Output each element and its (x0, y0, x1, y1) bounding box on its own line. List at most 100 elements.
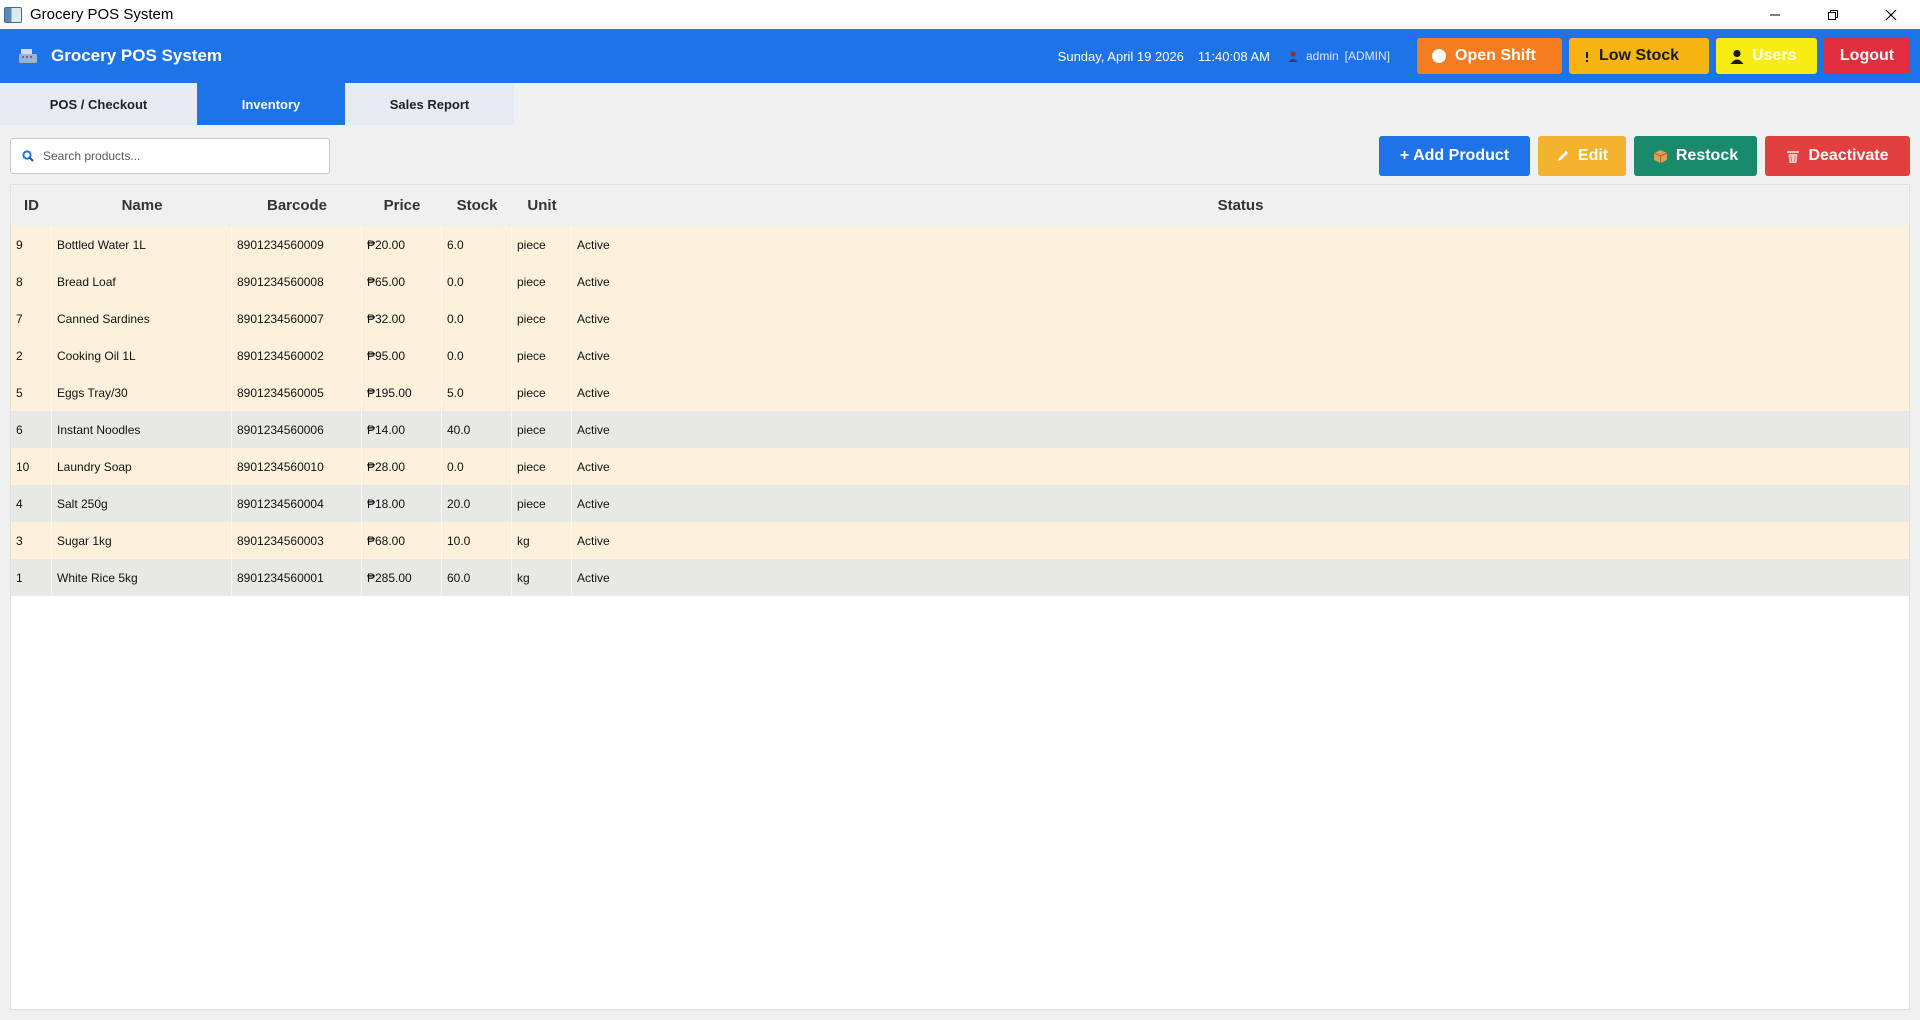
cell-price: ₱195.00 (362, 374, 442, 411)
cell-unit: piece (512, 411, 572, 448)
cell-status: Active (577, 274, 610, 289)
inventory-toolbar: + Add Product Edit Restock Deactivate (1371, 136, 1910, 176)
cell-barcode: 8901234560008 (232, 263, 362, 300)
cell-status: Active (577, 311, 610, 326)
cell-unit: piece (512, 485, 572, 522)
cell-price: ₱65.00 (362, 263, 442, 300)
cell-barcode: 8901234560001 (232, 559, 362, 596)
cell-price: ₱68.00 (362, 522, 442, 559)
table-row[interactable]: 8 Bread Loaf 8901234560008 ₱65.00 0.0 piece Ac… (11, 263, 1909, 300)
cell-name: Cooking Oil 1L (52, 337, 232, 374)
edit-button[interactable]: Edit (1538, 136, 1626, 176)
cell-name: Bread Loaf (52, 263, 232, 300)
deactivate-button[interactable]: Deactivate (1765, 136, 1910, 176)
cell-id: 6 (11, 411, 52, 448)
cell-status: Active (577, 459, 610, 474)
cell-barcode: 8901234560006 (232, 411, 362, 448)
restock-button[interactable]: Restock (1634, 136, 1757, 176)
cell-name: Instant Noodles (52, 411, 232, 448)
cell-name: Bottled Water 1L (52, 226, 232, 263)
cell-price: ₱20.00 (362, 226, 442, 263)
cell-barcode: 8901234560005 (232, 374, 362, 411)
cell-barcode: 8901234560009 (232, 226, 362, 263)
restore-icon (1828, 9, 1838, 20)
search-input[interactable] (43, 149, 303, 163)
column-header-status[interactable]: Status (572, 197, 1909, 214)
cell-status: Active (577, 570, 610, 585)
column-header-price[interactable]: Price (362, 197, 442, 214)
logout-button[interactable]: Logout (1824, 38, 1910, 74)
table-row[interactable]: 3 Sugar 1kg 8901234560003 ₱68.00 10.0 kg Activ… (11, 522, 1909, 559)
cell-stock: 10.0 (442, 522, 512, 559)
pencil-icon (1556, 149, 1570, 163)
tab-pos-checkout[interactable]: POS / Checkout (0, 83, 197, 125)
tab-sales-report[interactable]: Sales Report (345, 83, 514, 125)
cell-id: 3 (11, 522, 52, 559)
cell-id: 9 (11, 226, 52, 263)
user-icon (1288, 50, 1298, 62)
cell-unit: kg (512, 522, 572, 559)
column-header-barcode[interactable]: Barcode (232, 197, 362, 214)
low-stock-button[interactable]: Low Stock (1569, 38, 1709, 74)
table-row[interactable]: 7 Canned Sardines 8901234560007 ₱32.00 0.0 pi… (11, 300, 1909, 337)
close-window-button[interactable] (1862, 0, 1920, 29)
user-role: [ADMIN] (1344, 49, 1390, 63)
cell-unit: piece (512, 263, 572, 300)
column-header-name[interactable]: Name (52, 197, 232, 214)
table-row[interactable]: 10 Laundry Soap 8901234560010 ₱28.00 0.0 piec… (11, 448, 1909, 485)
window-controls (1746, 0, 1920, 29)
cell-stock: 0.0 (442, 448, 512, 485)
deactivate-label: Deactivate (1808, 147, 1889, 164)
cell-id: 2 (11, 337, 52, 374)
cell-barcode: 8901234560010 (232, 448, 362, 485)
cell-stock: 0.0 (442, 337, 512, 374)
cell-name: Sugar 1kg (52, 522, 232, 559)
cell-stock: 0.0 (442, 300, 512, 337)
cell-status: Active (577, 385, 610, 400)
low-stock-label: Low Stock (1599, 47, 1680, 64)
datetime: Sunday, April 19 2026 11:40:08 AM (1058, 49, 1270, 64)
app-icon (4, 6, 22, 23)
tab-bar: POS / Checkout Inventory Sales Report (0, 83, 514, 125)
minimize-button[interactable] (1746, 0, 1804, 29)
table-row[interactable]: 2 Cooking Oil 1L 8901234560002 ₱95.00 0.0 pie… (11, 337, 1909, 374)
cell-status: Active (577, 348, 610, 363)
cell-barcode: 8901234560007 (232, 300, 362, 337)
column-header-stock[interactable]: Stock (442, 197, 512, 214)
add-product-button[interactable]: + Add Product (1379, 136, 1530, 176)
search-box (10, 138, 330, 174)
table-row[interactable]: 9 Bottled Water 1L 8901234560009 ₱20.00 6.0 p… (11, 226, 1909, 263)
edit-label: Edit (1577, 147, 1609, 164)
products-table[interactable]: ID Name Barcode Price Stock Unit Status … (10, 184, 1910, 1010)
column-header-unit[interactable]: Unit (512, 197, 572, 214)
table-row[interactable]: 5 Eggs Tray/30 8901234560005 ₱195.00 5.0 piec… (11, 374, 1909, 411)
table-row[interactable]: 6 Instant Noodles 8901234560006 ₱14.00 40.0 p… (11, 411, 1909, 448)
username: admin (1305, 49, 1339, 63)
cell-id: 1 (11, 559, 52, 596)
cell-barcode: 8901234560004 (232, 485, 362, 522)
cell-unit: piece (512, 226, 572, 263)
column-header-id[interactable]: ID (11, 197, 52, 214)
cell-stock: 5.0 (442, 374, 512, 411)
minimize-icon (1770, 14, 1780, 15)
close-icon (1885, 9, 1897, 20)
table-row[interactable]: 4 Salt 250g 8901234560004 ₱18.00 20.0 piece Ac… (11, 485, 1909, 522)
cell-id: 7 (11, 300, 52, 337)
restore-button[interactable] (1804, 0, 1862, 29)
search-icon (22, 150, 34, 162)
app-header: Grocery POS System Sunday, April 19 2026… (0, 29, 1920, 83)
box-icon (1653, 149, 1668, 164)
cell-id: 4 (11, 485, 52, 522)
cell-price: ₱32.00 (362, 300, 442, 337)
cell-price: ₱95.00 (362, 337, 442, 374)
register-icon (18, 47, 40, 65)
users-button[interactable]: Users (1716, 38, 1817, 74)
cell-stock: 0.0 (442, 263, 512, 300)
table-row[interactable]: 1 White Rice 5kg 8901234560001 ₱285.00 60.0 k… (11, 559, 1909, 596)
tab-inventory[interactable]: Inventory (197, 83, 345, 125)
cell-name: Laundry Soap (52, 448, 232, 485)
open-shift-button[interactable]: Open Shift (1417, 38, 1562, 74)
cell-barcode: 8901234560002 (232, 337, 362, 374)
cell-unit: piece (512, 337, 572, 374)
window-title: Grocery POS System (30, 6, 174, 23)
